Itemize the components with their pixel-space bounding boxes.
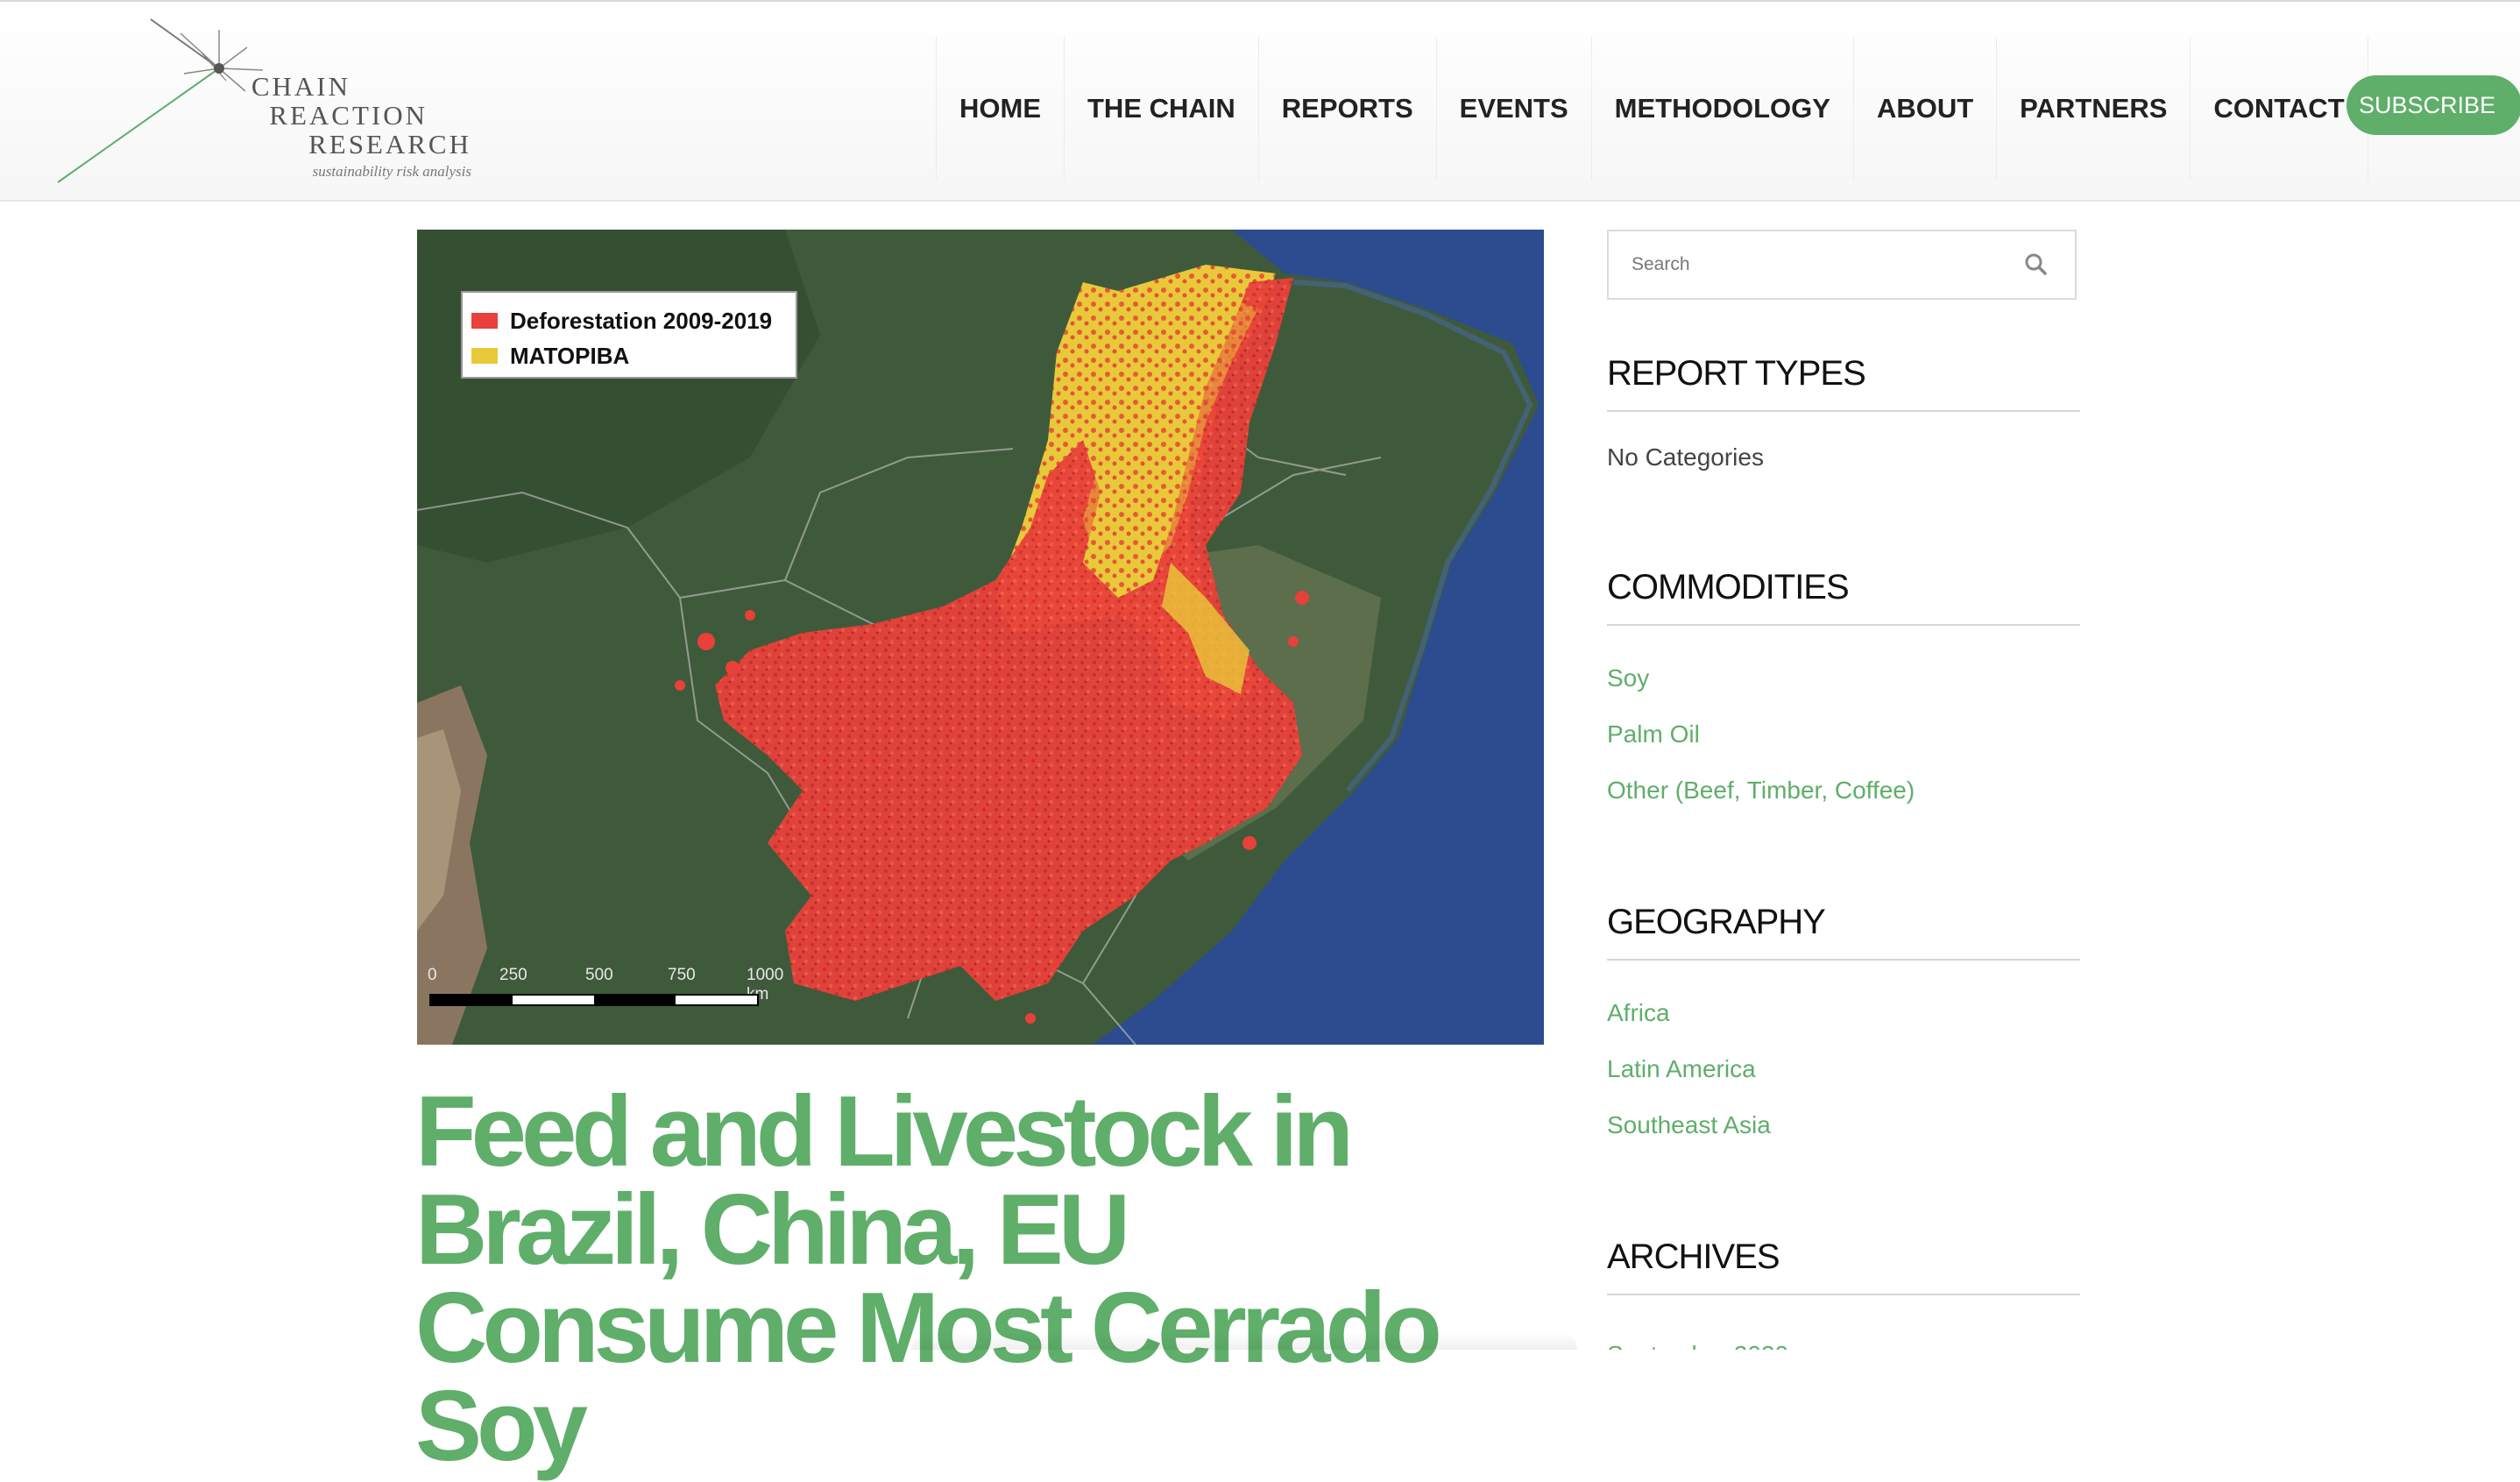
widget-title: ARCHIVES xyxy=(1607,1237,1780,1276)
scale-label: 250 xyxy=(499,966,527,984)
map-scale-labels: 0 250 500 750 1000 km xyxy=(422,966,790,1003)
no-categories-text: No Categories xyxy=(1607,443,1764,471)
nav-about[interactable]: ABOUT xyxy=(1852,37,1996,181)
site-header: CHAIN REACTION RESEARCH sustainability r… xyxy=(0,2,2520,202)
commodity-link-soy[interactable]: Soy xyxy=(1607,664,1649,691)
nav-home[interactable]: HOME xyxy=(936,37,1064,181)
nav-methodology[interactable]: METHODOLOGY xyxy=(1590,37,1853,181)
nav-reports[interactable]: REPORTS xyxy=(1257,37,1436,181)
geography-link-africa[interactable]: Africa xyxy=(1607,999,1670,1026)
list-item: Africa xyxy=(1607,985,2080,1041)
commodities-list: Soy Palm Oil Other (Beef, Timber, Coffee… xyxy=(1607,650,2080,819)
list-item: Southeast Asia xyxy=(1607,1097,2080,1153)
widget-divider xyxy=(1607,410,2080,412)
list-item: Soy xyxy=(1607,650,2080,706)
geography-link-latin-america[interactable]: Latin America xyxy=(1607,1055,1756,1082)
map-legend: Deforestation 2009-2019 MATOPIBA xyxy=(461,291,797,379)
logo-tagline: sustainability risk analysis xyxy=(312,163,471,180)
map-scale-bar xyxy=(429,994,759,1006)
widget-title: GEOGRAPHY xyxy=(1607,903,1826,941)
widget-divider xyxy=(1607,1294,2080,1295)
site-logo[interactable]: CHAIN REACTION RESEARCH sustainability r… xyxy=(53,12,473,188)
report-types-widget: REPORT TYPES No Categories xyxy=(1607,347,2080,472)
logo-text-chain: CHAIN xyxy=(251,71,350,102)
subscribe-button[interactable]: SUBSCRIBE xyxy=(2347,75,2520,135)
legend-label: MATOPIBA xyxy=(510,342,630,369)
list-item: Latin America xyxy=(1607,1041,2080,1097)
widget-divider xyxy=(1607,959,2080,961)
commodity-link-palm-oil[interactable]: Palm Oil xyxy=(1607,720,1700,748)
nav-the-chain[interactable]: THE CHAIN xyxy=(1064,37,1258,181)
geography-list: Africa Latin America Southeast Asia xyxy=(1607,985,2080,1153)
geography-link-southeast-asia[interactable]: Southeast Asia xyxy=(1607,1111,1771,1138)
scale-label: 750 xyxy=(668,966,696,984)
commodity-link-other[interactable]: Other (Beef, Timber, Coffee) xyxy=(1607,776,1915,804)
main-nav: HOME THE CHAIN REPORTS EVENTS METHODOLOG… xyxy=(936,37,2368,181)
legend-swatch-red xyxy=(471,313,498,329)
scroll-shadow xyxy=(911,1332,1577,1350)
logo-text-reaction: REACTION xyxy=(269,100,428,131)
legend-item-deforestation: Deforestation 2009-2019 xyxy=(471,303,787,338)
widget-divider xyxy=(1607,624,2080,626)
nav-events[interactable]: EVENTS xyxy=(1435,37,1591,181)
nav-partners[interactable]: PARTNERS xyxy=(1996,37,2190,181)
archive-link-partial[interactable]: September 2020 xyxy=(1607,1343,1800,1350)
archives-widget: ARCHIVES xyxy=(1607,1230,2080,1295)
search-icon[interactable] xyxy=(2022,251,2050,279)
search-input[interactable] xyxy=(1610,233,1996,296)
nav-contact[interactable]: CONTACT xyxy=(2190,37,2368,181)
sidebar: REPORT TYPES No Categories COMMODITIES S… xyxy=(1607,230,2080,1350)
legend-swatch-yellow xyxy=(471,348,498,364)
article-title[interactable]: Feed and Livestock in Brazil, China, EU … xyxy=(415,1082,1554,1477)
scale-label: 0 xyxy=(428,966,437,984)
search-box xyxy=(1607,230,2077,300)
commodities-widget: COMMODITIES Soy Palm Oil Other (Beef, Ti… xyxy=(1607,561,2080,819)
featured-map-image[interactable]: Deforestation 2009-2019 MATOPIBA 0 250 5… xyxy=(417,230,1544,1045)
list-item: Other (Beef, Timber, Coffee) xyxy=(1607,762,2080,819)
list-item: Palm Oil xyxy=(1607,706,2080,762)
geography-widget: GEOGRAPHY Africa Latin America Southeast… xyxy=(1607,896,2080,1153)
scale-label: 500 xyxy=(585,966,613,984)
widget-title: REPORT TYPES xyxy=(1607,354,1866,393)
logo-text-research: RESEARCH xyxy=(308,129,471,160)
widget-title: COMMODITIES xyxy=(1607,568,1850,606)
legend-item-matopiba: MATOPIBA xyxy=(471,338,787,373)
legend-label: Deforestation 2009-2019 xyxy=(510,307,773,334)
